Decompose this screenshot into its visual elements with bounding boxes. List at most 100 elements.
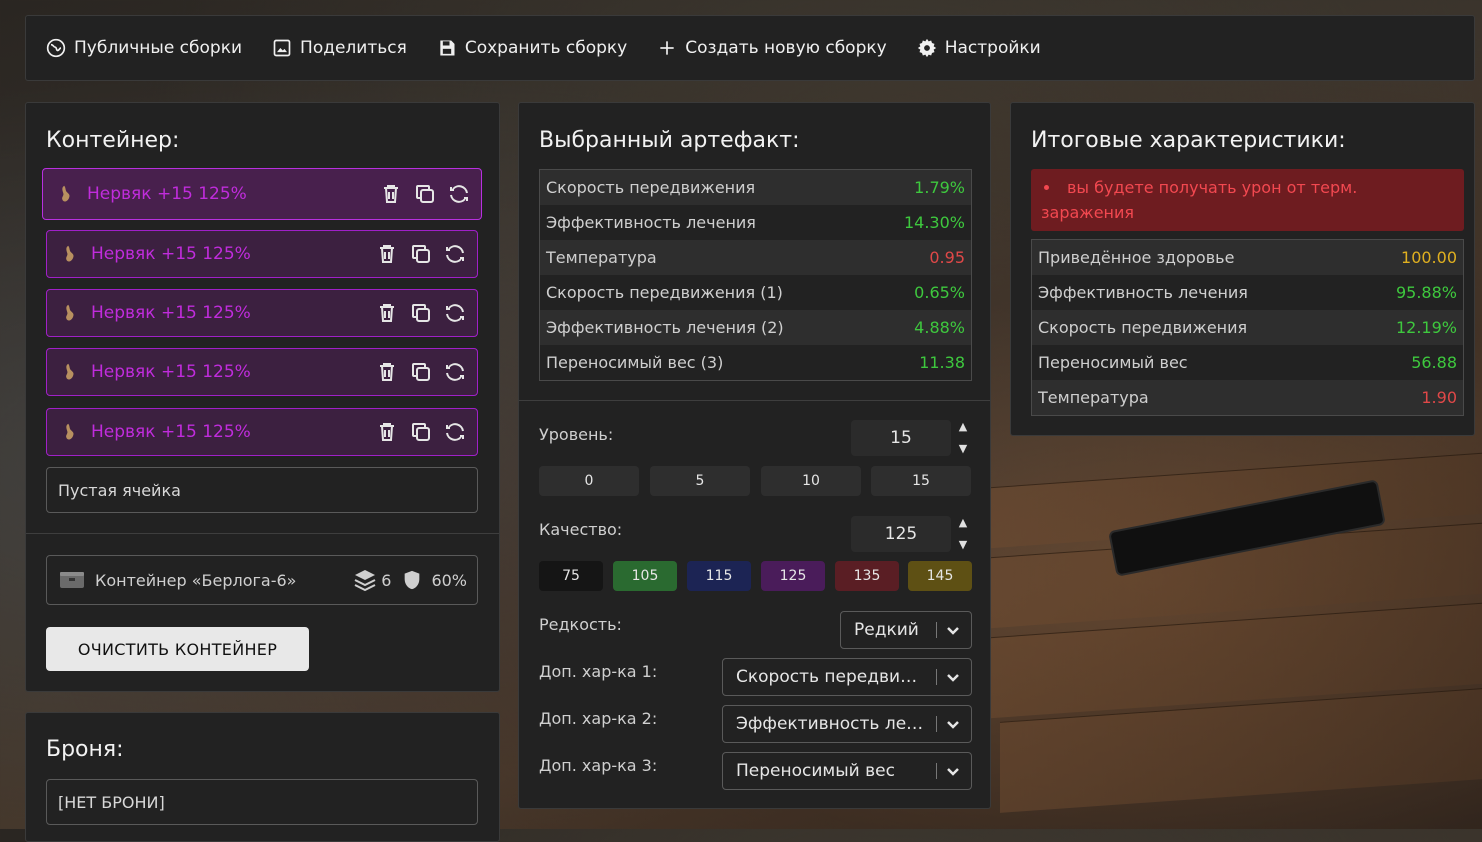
image-icon — [273, 39, 291, 57]
stat-row: Скорость передвижения (1) 0.65% — [540, 275, 971, 310]
slots-count: 6 — [353, 568, 391, 592]
chevron-down-icon — [947, 721, 959, 729]
trash-icon[interactable] — [375, 420, 399, 444]
chevron-down-icon — [947, 768, 959, 776]
stat-row: Температура 1.90 — [1032, 380, 1463, 415]
extra1-value: Скорость передвижения — [736, 667, 928, 687]
refresh-icon[interactable] — [447, 182, 471, 206]
copy-icon[interactable] — [409, 242, 433, 266]
extra2-select[interactable]: Эффективность лечения — [722, 705, 972, 743]
refresh-icon[interactable] — [443, 301, 467, 325]
trash-icon[interactable] — [375, 360, 399, 384]
quality-label: Качество: — [539, 520, 623, 539]
trash-icon[interactable] — [375, 301, 399, 325]
copy-icon[interactable] — [413, 182, 437, 206]
artifact-slot[interactable]: Нервяк +15 125% — [46, 289, 478, 337]
save-build-link[interactable]: Сохранить сборку — [437, 38, 627, 58]
refresh-icon[interactable] — [443, 420, 467, 444]
artifact-slot[interactable]: Нервяк +15 125% — [42, 168, 482, 220]
level-preset-10[interactable]: 10 — [761, 466, 861, 496]
select-separator — [936, 622, 937, 638]
quality-spinner[interactable]: ▲ ▼ — [957, 516, 969, 552]
artifact-icon — [66, 304, 74, 321]
spin-up-icon[interactable]: ▲ — [959, 516, 967, 530]
settings-link[interactable]: Настройки — [917, 38, 1041, 58]
stat-label: Скорость передвижения — [1038, 318, 1248, 337]
plus-icon — [660, 41, 674, 55]
public-builds-link[interactable]: Публичные сборки — [46, 38, 242, 58]
spin-down-icon[interactable]: ▼ — [959, 442, 967, 456]
empty-slot[interactable]: Пустая ячейка — [46, 467, 478, 513]
artifact-stats-table: Скорость передвижения 1.79% Эффективность… — [539, 169, 972, 381]
slot-name: Нервяк +15 125% — [87, 184, 247, 204]
clear-container-button[interactable]: ОЧИСТИТЬ КОНТЕЙНЕР — [46, 627, 309, 671]
extra1-select[interactable]: Скорость передвижения — [722, 658, 972, 696]
quality-preset-145[interactable]: 145 — [908, 561, 972, 591]
quality-preset-115[interactable]: 115 — [687, 561, 751, 591]
stat-row: Переносимый вес (3) 11.38 — [540, 345, 971, 380]
stat-row: Переносимый вес 56.88 — [1032, 345, 1463, 380]
stat-row: Скорость передвижения 12.19% — [1032, 310, 1463, 345]
stat-value: 14.30% — [903, 213, 965, 232]
chevron-down-icon — [947, 627, 959, 635]
stat-label: Температура — [546, 248, 657, 267]
select-separator — [936, 716, 937, 732]
armor-panel: Броня: [НЕТ БРОНИ] — [25, 712, 500, 842]
summary-title: Итоговые характеристики: — [1031, 128, 1346, 153]
stat-label: Переносимый вес (3) — [546, 353, 724, 372]
stat-label: Температура — [1038, 388, 1149, 407]
stat-label: Скорость передвижения — [546, 178, 756, 197]
share-link[interactable]: Поделиться — [272, 38, 407, 58]
container-selector[interactable]: Контейнер «Берлога-6» 6 60% — [46, 555, 478, 605]
copy-icon[interactable] — [409, 420, 433, 444]
level-preset-15[interactable]: 15 — [871, 466, 971, 496]
trash-icon[interactable] — [375, 242, 399, 266]
quality-preset-135[interactable]: 135 — [835, 561, 899, 591]
select-separator — [936, 763, 937, 779]
spin-up-icon[interactable]: ▲ — [959, 420, 967, 434]
save-build-label: Сохранить сборку — [464, 38, 628, 58]
protection: 60% — [401, 569, 467, 591]
level-spinner[interactable]: ▲ ▼ — [957, 420, 969, 456]
extra3-select[interactable]: Переносимый вес — [722, 752, 972, 790]
slot-name: Нервяк +15 125% — [91, 362, 251, 382]
new-build-link[interactable]: Создать новую сборку — [657, 38, 887, 58]
stat-value: 1.90 — [1421, 388, 1457, 407]
rarity-select[interactable]: Редкий — [840, 611, 972, 649]
stat-label: Эффективность лечения (2) — [546, 318, 784, 337]
slot-name: Нервяк +15 125% — [91, 244, 251, 264]
quality-preset-125[interactable]: 125 — [761, 561, 825, 591]
extra3-value: Переносимый вес — [736, 761, 895, 781]
quality-preset-75[interactable]: 75 — [539, 561, 603, 591]
layers-icon — [354, 570, 376, 592]
artifact-slot[interactable]: Нервяк +15 125% — [46, 230, 478, 278]
artifact-slot[interactable]: Нервяк +15 125% — [46, 408, 478, 456]
stat-row: Скорость передвижения 1.79% — [540, 170, 971, 205]
trash-icon[interactable] — [379, 182, 403, 206]
level-preset-5[interactable]: 5 — [650, 466, 750, 496]
artifact-slot[interactable]: Нервяк +15 125% — [46, 348, 478, 396]
refresh-icon[interactable] — [443, 360, 467, 384]
warning-text: вы будете получать урон от терм. заражен… — [1041, 178, 1358, 222]
stat-label: Эффективность лечения — [1038, 283, 1248, 302]
refresh-icon[interactable] — [443, 242, 467, 266]
level-label: Уровень: — [539, 425, 614, 444]
extra1-label: Доп. хар-ка 1: — [539, 662, 658, 681]
new-build-label: Создать новую сборку — [685, 38, 887, 58]
stat-row: Эффективность лечения 95.88% — [1032, 275, 1463, 310]
spin-down-icon[interactable]: ▼ — [959, 538, 967, 552]
level-preset-0[interactable]: 0 — [539, 466, 639, 496]
quality-preset-105[interactable]: 105 — [613, 561, 677, 591]
settings-label: Настройки — [944, 38, 1041, 58]
copy-icon[interactable] — [409, 301, 433, 325]
armor-selector[interactable]: [НЕТ БРОНИ] — [46, 779, 478, 825]
artifact-panel: Выбранный артефакт: Скорость передвижени… — [518, 102, 991, 809]
container-title: Контейнер: — [46, 128, 180, 153]
extra2-label: Доп. хар-ка 2: — [539, 709, 658, 728]
stat-row: Эффективность лечения (2) 4.88% — [540, 310, 971, 345]
share-label: Поделиться — [300, 38, 407, 58]
level-input[interactable]: 15 — [851, 420, 951, 456]
quality-input[interactable]: 125 — [851, 516, 951, 552]
artifact-icon — [66, 363, 74, 380]
copy-icon[interactable] — [409, 360, 433, 384]
